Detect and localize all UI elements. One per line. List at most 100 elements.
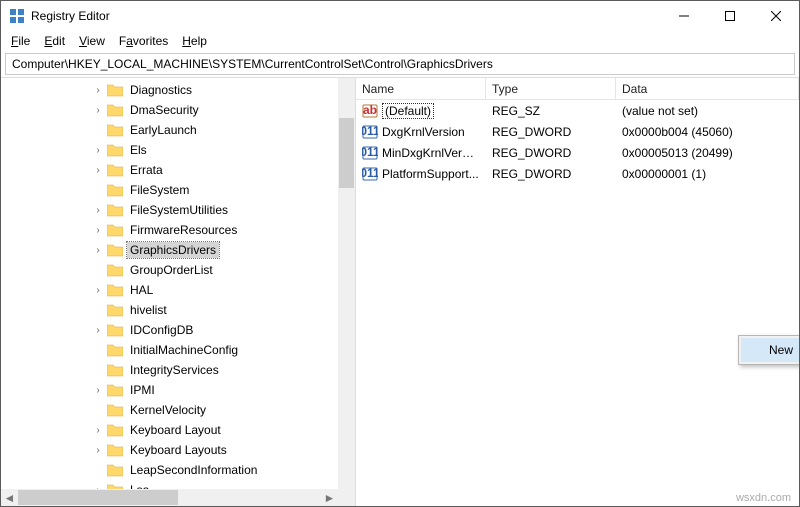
expand-toggle-icon[interactable]: ›	[91, 225, 105, 236]
tree-pane: ›Diagnostics›DmaSecurityEarlyLaunch›Els›…	[1, 78, 356, 506]
folder-icon	[107, 303, 123, 317]
value-type: REG_DWORD	[486, 167, 616, 181]
value-type-icon: 011	[362, 124, 378, 140]
expand-toggle-icon[interactable]: ›	[91, 85, 105, 96]
scrollbar-corner	[338, 489, 355, 506]
tree-item-graphicsdrivers[interactable]: ›GraphicsDrivers	[1, 240, 355, 260]
value-row[interactable]: 011MinDxgKrnlVersi...REG_DWORD0x00005013…	[356, 142, 799, 163]
value-type: REG_DWORD	[486, 125, 616, 139]
value-row[interactable]: 011DxgKrnlVersionREG_DWORD0x0000b004 (45…	[356, 121, 799, 142]
tree-item-hivelist[interactable]: hivelist	[1, 300, 355, 320]
app-icon	[9, 8, 25, 24]
tree-item-label: GroupOrderList	[127, 262, 216, 278]
value-type: REG_DWORD	[486, 146, 616, 160]
tree-item-grouporderlist[interactable]: GroupOrderList	[1, 260, 355, 280]
titlebar: Registry Editor	[1, 1, 799, 31]
menubar: File Edit View Favorites Help	[1, 31, 799, 51]
tree-item-idconfigdb[interactable]: › IDConfigDB	[1, 320, 355, 340]
tree-item-label: DmaSecurity	[127, 102, 202, 118]
context-menu: New ▶	[738, 335, 799, 365]
expand-toggle-icon[interactable]: ›	[91, 385, 105, 396]
expand-toggle-icon[interactable]: ›	[91, 425, 105, 436]
expand-toggle-icon[interactable]: ›	[91, 165, 105, 176]
scrollbar-thumb[interactable]	[339, 118, 354, 188]
tree-scrollbar-vertical[interactable]	[338, 78, 355, 489]
value-name: (Default)	[382, 103, 434, 119]
svg-text:011: 011	[362, 166, 378, 180]
values-pane: Name Type Data ab(Default)REG_SZ(value n…	[356, 78, 799, 506]
menu-view[interactable]: View	[73, 32, 111, 50]
close-button[interactable]	[753, 1, 799, 31]
tree-item-integrityservices[interactable]: IntegrityServices	[1, 360, 355, 380]
expand-toggle-icon[interactable]: ›	[91, 325, 105, 336]
tree-item-label: Keyboard Layouts	[127, 442, 230, 458]
tree-item-errata[interactable]: ›Errata	[1, 160, 355, 180]
folder-icon	[107, 463, 123, 477]
svg-text:011: 011	[362, 124, 378, 138]
tree-item-filesystem[interactable]: FileSystem	[1, 180, 355, 200]
folder-icon	[107, 423, 123, 437]
expand-toggle-icon[interactable]: ›	[91, 445, 105, 456]
tree-item-label: HAL	[127, 282, 156, 298]
tree-item-label: FileSystem	[127, 182, 192, 198]
svg-text:011: 011	[362, 145, 378, 159]
address-bar[interactable]: Computer\HKEY_LOCAL_MACHINE\SYSTEM\Curre…	[5, 53, 795, 75]
tree-item-ipmi[interactable]: › IPMI	[1, 380, 355, 400]
tree-item-label: IPMI	[127, 382, 158, 398]
tree-item-hal[interactable]: › HAL	[1, 280, 355, 300]
value-data: 0x0000b004 (45060)	[616, 125, 799, 139]
tree-scrollbar-horizontal[interactable]: ◄ ►	[1, 489, 338, 506]
folder-icon	[107, 343, 123, 357]
tree-item-dmasecurity[interactable]: › DmaSecurity	[1, 100, 355, 120]
tree-item-firmwareresources[interactable]: › FirmwareResources	[1, 220, 355, 240]
menu-edit[interactable]: Edit	[38, 32, 71, 50]
value-data: 0x00005013 (20499)	[616, 146, 799, 160]
folder-icon	[107, 323, 123, 337]
tree-item-keyboard-layout[interactable]: ›Keyboard Layout	[1, 420, 355, 440]
tree-item-label: EarlyLaunch	[127, 122, 200, 138]
menu-favorites[interactable]: Favorites	[113, 32, 174, 50]
folder-icon	[107, 163, 123, 177]
tree-item-label: IntegrityServices	[127, 362, 222, 378]
tree-item-kernelvelocity[interactable]: KernelVelocity	[1, 400, 355, 420]
value-type-icon: ab	[362, 103, 378, 119]
expand-toggle-icon[interactable]: ›	[91, 105, 105, 116]
tree-item-label: LeapSecondInformation	[127, 462, 260, 478]
expand-toggle-icon[interactable]: ›	[91, 245, 105, 256]
expand-toggle-icon[interactable]: ›	[91, 205, 105, 216]
tree-item-label: FileSystemUtilities	[127, 202, 231, 218]
scrollbar-thumb[interactable]	[18, 490, 178, 505]
values-header: Name Type Data	[356, 78, 799, 100]
values-list[interactable]: ab(Default)REG_SZ(value not set)011DxgKr…	[356, 100, 799, 184]
tree-item-label: Els	[127, 142, 150, 158]
context-menu-new[interactable]: New ▶	[741, 338, 799, 362]
value-row[interactable]: 011PlatformSupport...REG_DWORD0x00000001…	[356, 163, 799, 184]
menu-file[interactable]: File	[5, 32, 36, 50]
tree-item-label: IDConfigDB	[127, 322, 196, 338]
column-header-type[interactable]: Type	[486, 78, 616, 99]
tree-item-initialmachineconfig[interactable]: InitialMachineConfig	[1, 340, 355, 360]
column-header-name[interactable]: Name	[356, 78, 486, 99]
tree-item-leapsecondinformation[interactable]: LeapSecondInformation	[1, 460, 355, 480]
expand-toggle-icon[interactable]: ›	[91, 145, 105, 156]
value-type: REG_SZ	[486, 104, 616, 118]
folder-icon	[107, 183, 123, 197]
expand-toggle-icon[interactable]: ›	[91, 285, 105, 296]
minimize-button[interactable]	[661, 1, 707, 31]
tree-item-keyboard-layouts[interactable]: › Keyboard Layouts	[1, 440, 355, 460]
folder-icon	[107, 403, 123, 417]
folder-icon	[107, 203, 123, 217]
watermark: wsxdn.com	[736, 492, 791, 504]
tree-item-label: FirmwareResources	[127, 222, 240, 238]
scroll-left-icon[interactable]: ◄	[1, 489, 18, 506]
value-row[interactable]: ab(Default)REG_SZ(value not set)	[356, 100, 799, 121]
tree-item-diagnostics[interactable]: ›Diagnostics	[1, 80, 355, 100]
maximize-button[interactable]	[707, 1, 753, 31]
tree-item-filesystemutilities[interactable]: › FileSystemUtilities	[1, 200, 355, 220]
tree-list[interactable]: ›Diagnostics›DmaSecurityEarlyLaunch›Els›…	[1, 78, 355, 500]
menu-help[interactable]: Help	[176, 32, 213, 50]
tree-item-earlylaunch[interactable]: EarlyLaunch	[1, 120, 355, 140]
tree-item-els[interactable]: › Els	[1, 140, 355, 160]
column-header-data[interactable]: Data	[616, 78, 799, 99]
scroll-right-icon[interactable]: ►	[321, 489, 338, 506]
